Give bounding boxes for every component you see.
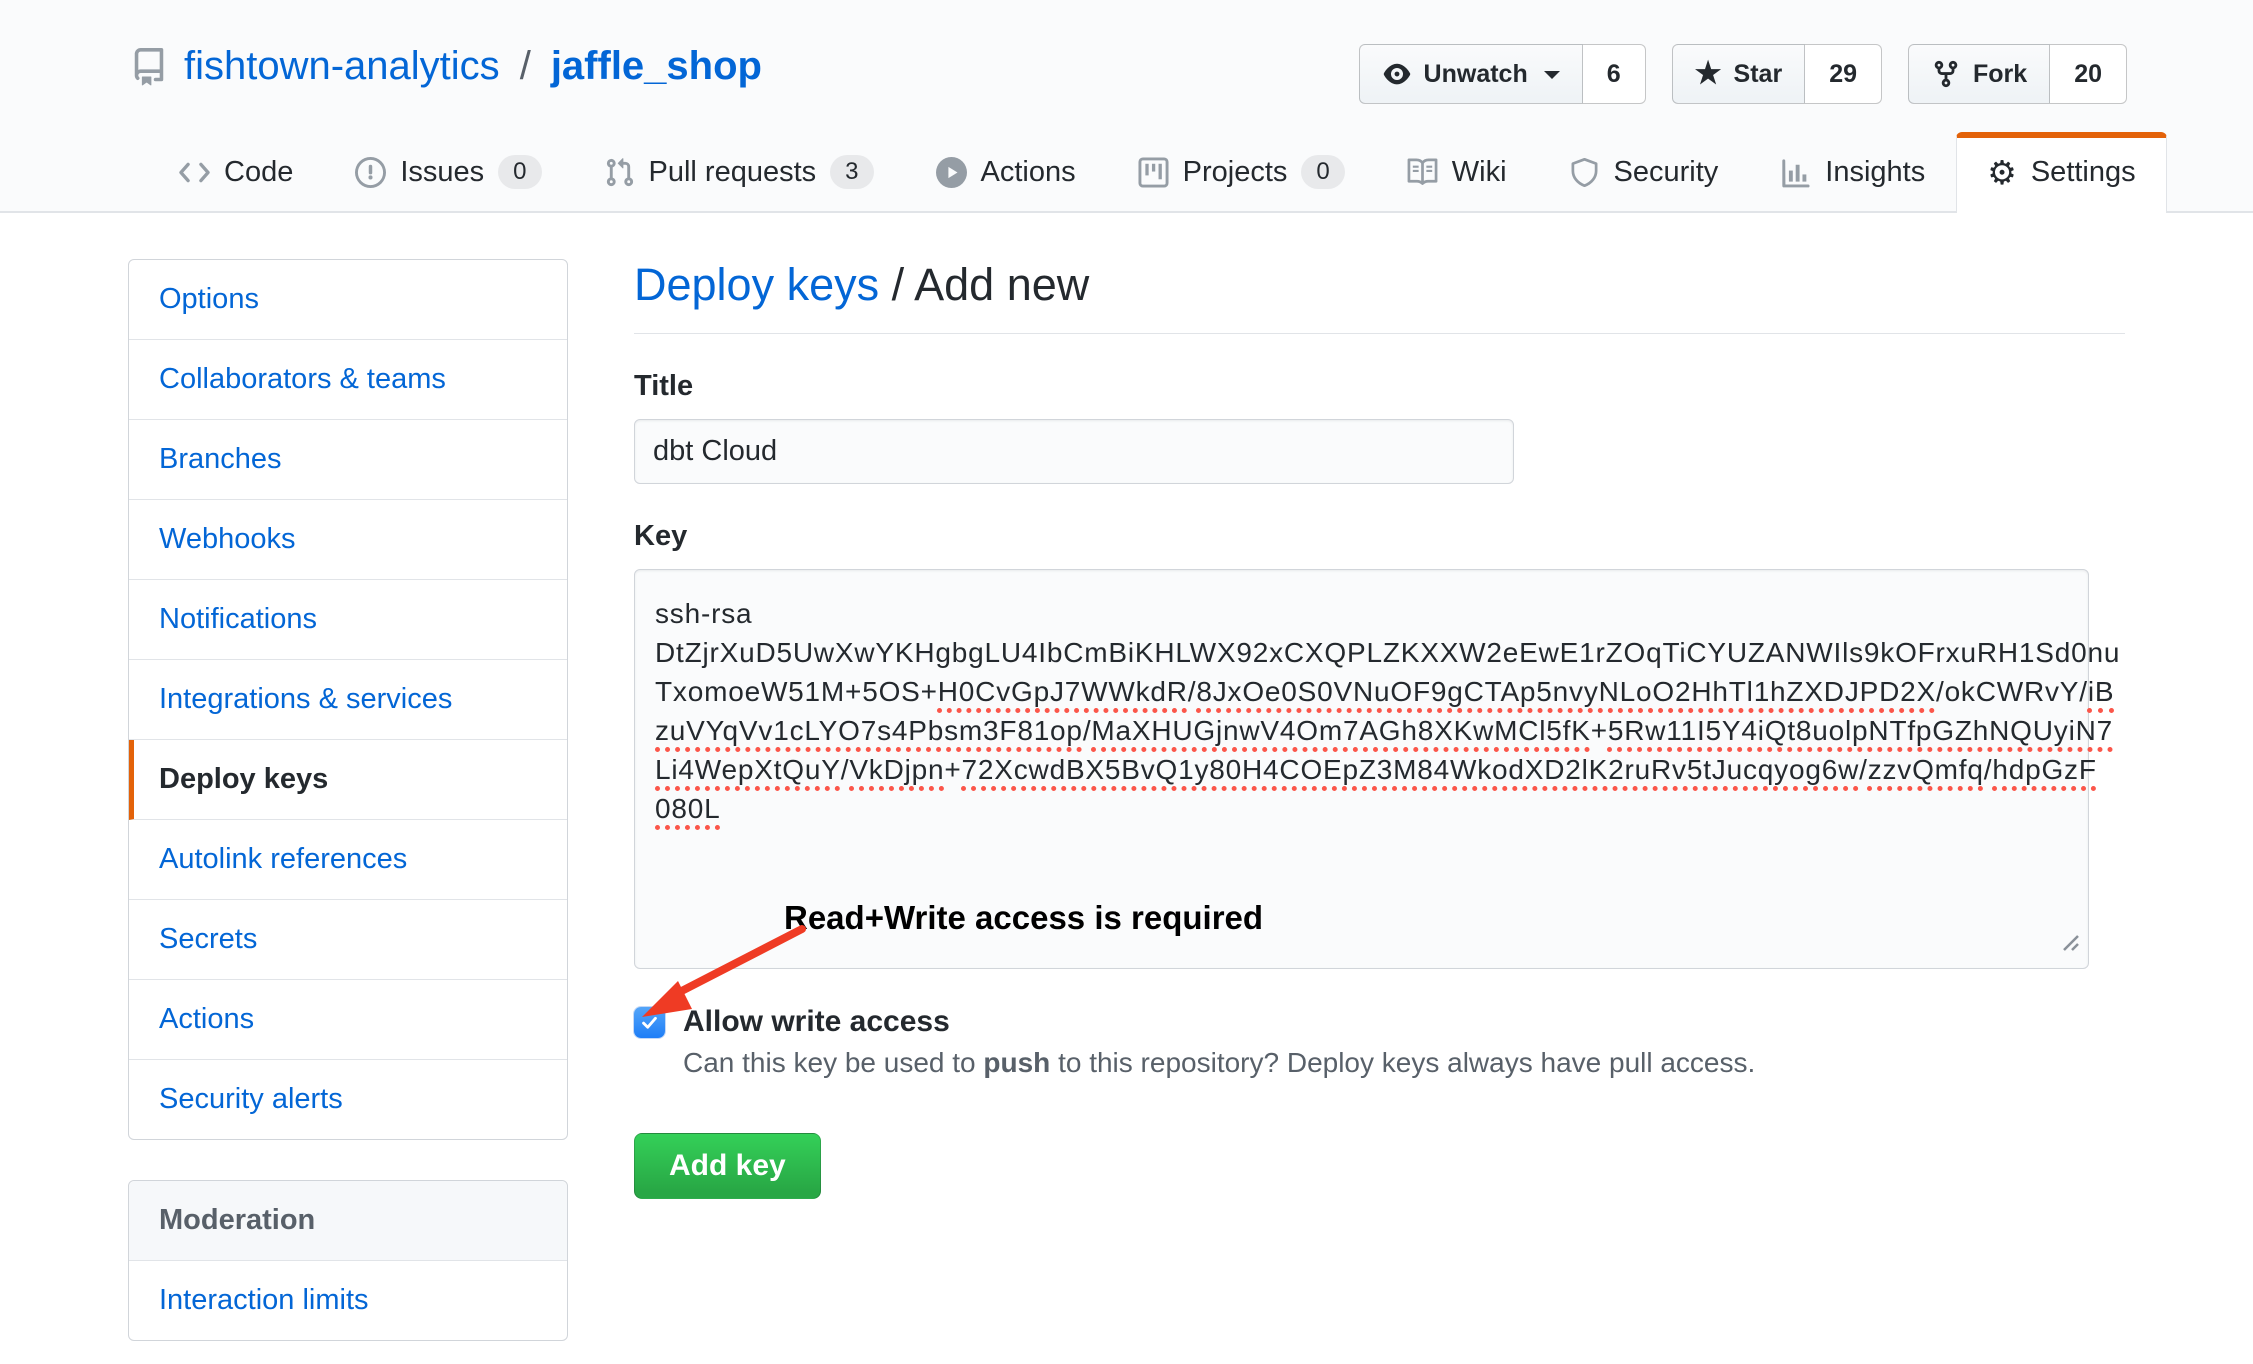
pull-request-icon xyxy=(604,157,635,188)
star-button[interactable]: ★ Star xyxy=(1672,44,1806,104)
repo-separator: / xyxy=(520,44,531,89)
sidebar-item-interaction-limits[interactable]: Interaction limits xyxy=(129,1261,567,1340)
caret-down-icon xyxy=(1544,71,1560,87)
key-field-wrap: ssh-rsa DtZjrXuD5UwXwYKHgbgLU4IbCmBiKHLW… xyxy=(634,569,2125,969)
code-icon xyxy=(179,157,210,188)
key-line: TxomoeW51M+5OS+H0CvGpJ7WWkdR/8JxOe0S0VNu… xyxy=(655,672,2068,711)
add-key-button[interactable]: Add key xyxy=(634,1133,821,1199)
key-line: DtZjrXuD5UwXwYKHgbgLU4IbCmBiKHLWX92xCXQP… xyxy=(655,633,2068,672)
repo-title: fishtown-analytics / jaffle_shop xyxy=(130,44,762,89)
unwatch-count[interactable]: 6 xyxy=(1583,44,1646,104)
settings-sidebar: Options Collaborators & teams Branches W… xyxy=(128,259,568,1341)
tab-label: Wiki xyxy=(1452,156,1507,189)
tab-label: Projects xyxy=(1183,156,1288,189)
allow-write-checkbox[interactable] xyxy=(634,1007,665,1038)
tab-code[interactable]: Code xyxy=(148,132,324,213)
annotation-read-write: Read+Write access is required xyxy=(784,899,1263,937)
sidebar-item-webhooks[interactable]: Webhooks xyxy=(129,500,567,580)
tab-wiki[interactable]: Wiki xyxy=(1376,132,1538,213)
shield-icon xyxy=(1569,157,1600,188)
fork-icon xyxy=(1931,59,1961,89)
title-input[interactable] xyxy=(634,419,1514,484)
main-panel: Deploy keys / Add new Title Key ssh-rsa … xyxy=(634,259,2125,1341)
tab-security[interactable]: Security xyxy=(1538,132,1750,213)
resize-handle-icon[interactable] xyxy=(2054,923,2080,962)
project-icon xyxy=(1138,157,1169,188)
sidebar-item-options[interactable]: Options xyxy=(129,260,567,340)
content: Options Collaborators & teams Branches W… xyxy=(0,213,2253,1341)
tab-settings[interactable]: ⚙ Settings xyxy=(1956,132,2166,213)
tab-count-badge: 0 xyxy=(498,155,541,189)
title-field-label: Title xyxy=(634,370,2125,403)
key-line: ssh-rsa xyxy=(655,594,2068,633)
tab-label: Code xyxy=(224,156,293,189)
tab-projects[interactable]: Projects 0 xyxy=(1107,132,1376,213)
graph-icon xyxy=(1780,157,1811,188)
tab-label: Actions xyxy=(981,156,1076,189)
tab-actions[interactable]: Actions xyxy=(905,132,1107,213)
moderation-menu: Moderation Interaction limits xyxy=(128,1180,568,1341)
fork-label: Fork xyxy=(1973,60,2027,89)
sidebar-item-actions[interactable]: Actions xyxy=(129,980,567,1060)
key-field-label: Key xyxy=(634,520,2125,553)
sidebar-item-branches[interactable]: Branches xyxy=(129,420,567,500)
unwatch-button-group: Unwatch 6 xyxy=(1359,44,1646,104)
tab-count-badge: 3 xyxy=(830,155,873,189)
allow-write-row: Allow write access xyxy=(634,1005,2125,1039)
repo-icon xyxy=(130,48,168,86)
key-line: zuVYqVv1cLYO7s4Pbsm3F81op/MaXHUGjnwV4Om7… xyxy=(655,711,2068,750)
deploy-keys-breadcrumb-link[interactable]: Deploy keys xyxy=(634,259,879,310)
repo-owner-link[interactable]: fishtown-analytics xyxy=(184,44,500,89)
breadcrumb-current: Add new xyxy=(914,259,1089,310)
sidebar-item-deploy-keys[interactable]: Deploy keys xyxy=(129,740,567,820)
sidebar-item-security-alerts[interactable]: Security alerts xyxy=(129,1060,567,1139)
book-icon xyxy=(1407,157,1438,188)
fork-button-group: Fork 20 xyxy=(1908,44,2127,104)
tab-label: Settings xyxy=(2031,156,2136,189)
repo-nav: Code Issues 0 Pull requests 3 Actions Pr… xyxy=(148,132,2167,213)
key-line: 080L xyxy=(655,789,2068,828)
sidebar-item-collaborators-teams[interactable]: Collaborators & teams xyxy=(129,340,567,420)
sidebar-item-autolink-references[interactable]: Autolink references xyxy=(129,820,567,900)
tab-label: Security xyxy=(1614,156,1719,189)
tab-issues[interactable]: Issues 0 xyxy=(324,132,572,213)
tab-label: Issues xyxy=(400,156,484,189)
tab-insights[interactable]: Insights xyxy=(1749,132,1956,213)
play-icon xyxy=(936,157,967,188)
settings-menu: Options Collaborators & teams Branches W… xyxy=(128,259,568,1140)
repo-header: fishtown-analytics / jaffle_shop Unwatch… xyxy=(0,0,2253,213)
tab-count-badge: 0 xyxy=(1301,155,1344,189)
moderation-heading: Moderation xyxy=(129,1181,567,1261)
star-count[interactable]: 29 xyxy=(1805,44,1882,104)
tab-label: Insights xyxy=(1825,156,1925,189)
allow-write-description: Can this key be used to push to this rep… xyxy=(683,1047,2125,1079)
key-line: Li4WepXtQuY/VkDjpn+72XcwdBX5BvQ1y80H4COE… xyxy=(655,750,2068,789)
page-title: Deploy keys / Add new xyxy=(634,259,2125,334)
sidebar-item-notifications[interactable]: Notifications xyxy=(129,580,567,660)
star-label: Star xyxy=(1734,60,1783,89)
sidebar-item-secrets[interactable]: Secrets xyxy=(129,900,567,980)
breadcrumb-separator: / xyxy=(879,259,914,310)
issue-opened-icon xyxy=(355,157,386,188)
unwatch-label: Unwatch xyxy=(1424,60,1528,89)
fork-count[interactable]: 20 xyxy=(2050,44,2127,104)
star-button-group: ★ Star 29 xyxy=(1672,44,1882,104)
sidebar-item-integrations-services[interactable]: Integrations & services xyxy=(129,660,567,740)
gear-icon: ⚙ xyxy=(1987,156,2017,189)
repo-name-link[interactable]: jaffle_shop xyxy=(551,44,762,89)
repo-social-actions: Unwatch 6 ★ Star 29 Fork 20 xyxy=(1359,44,2127,104)
allow-write-label[interactable]: Allow write access xyxy=(683,1005,950,1039)
unwatch-button[interactable]: Unwatch xyxy=(1359,44,1583,104)
tab-label: Pull requests xyxy=(649,156,817,189)
tab-pull-requests[interactable]: Pull requests 3 xyxy=(573,132,905,213)
eye-icon xyxy=(1382,59,1412,89)
fork-button[interactable]: Fork xyxy=(1908,44,2050,104)
star-icon: ★ xyxy=(1695,59,1722,89)
